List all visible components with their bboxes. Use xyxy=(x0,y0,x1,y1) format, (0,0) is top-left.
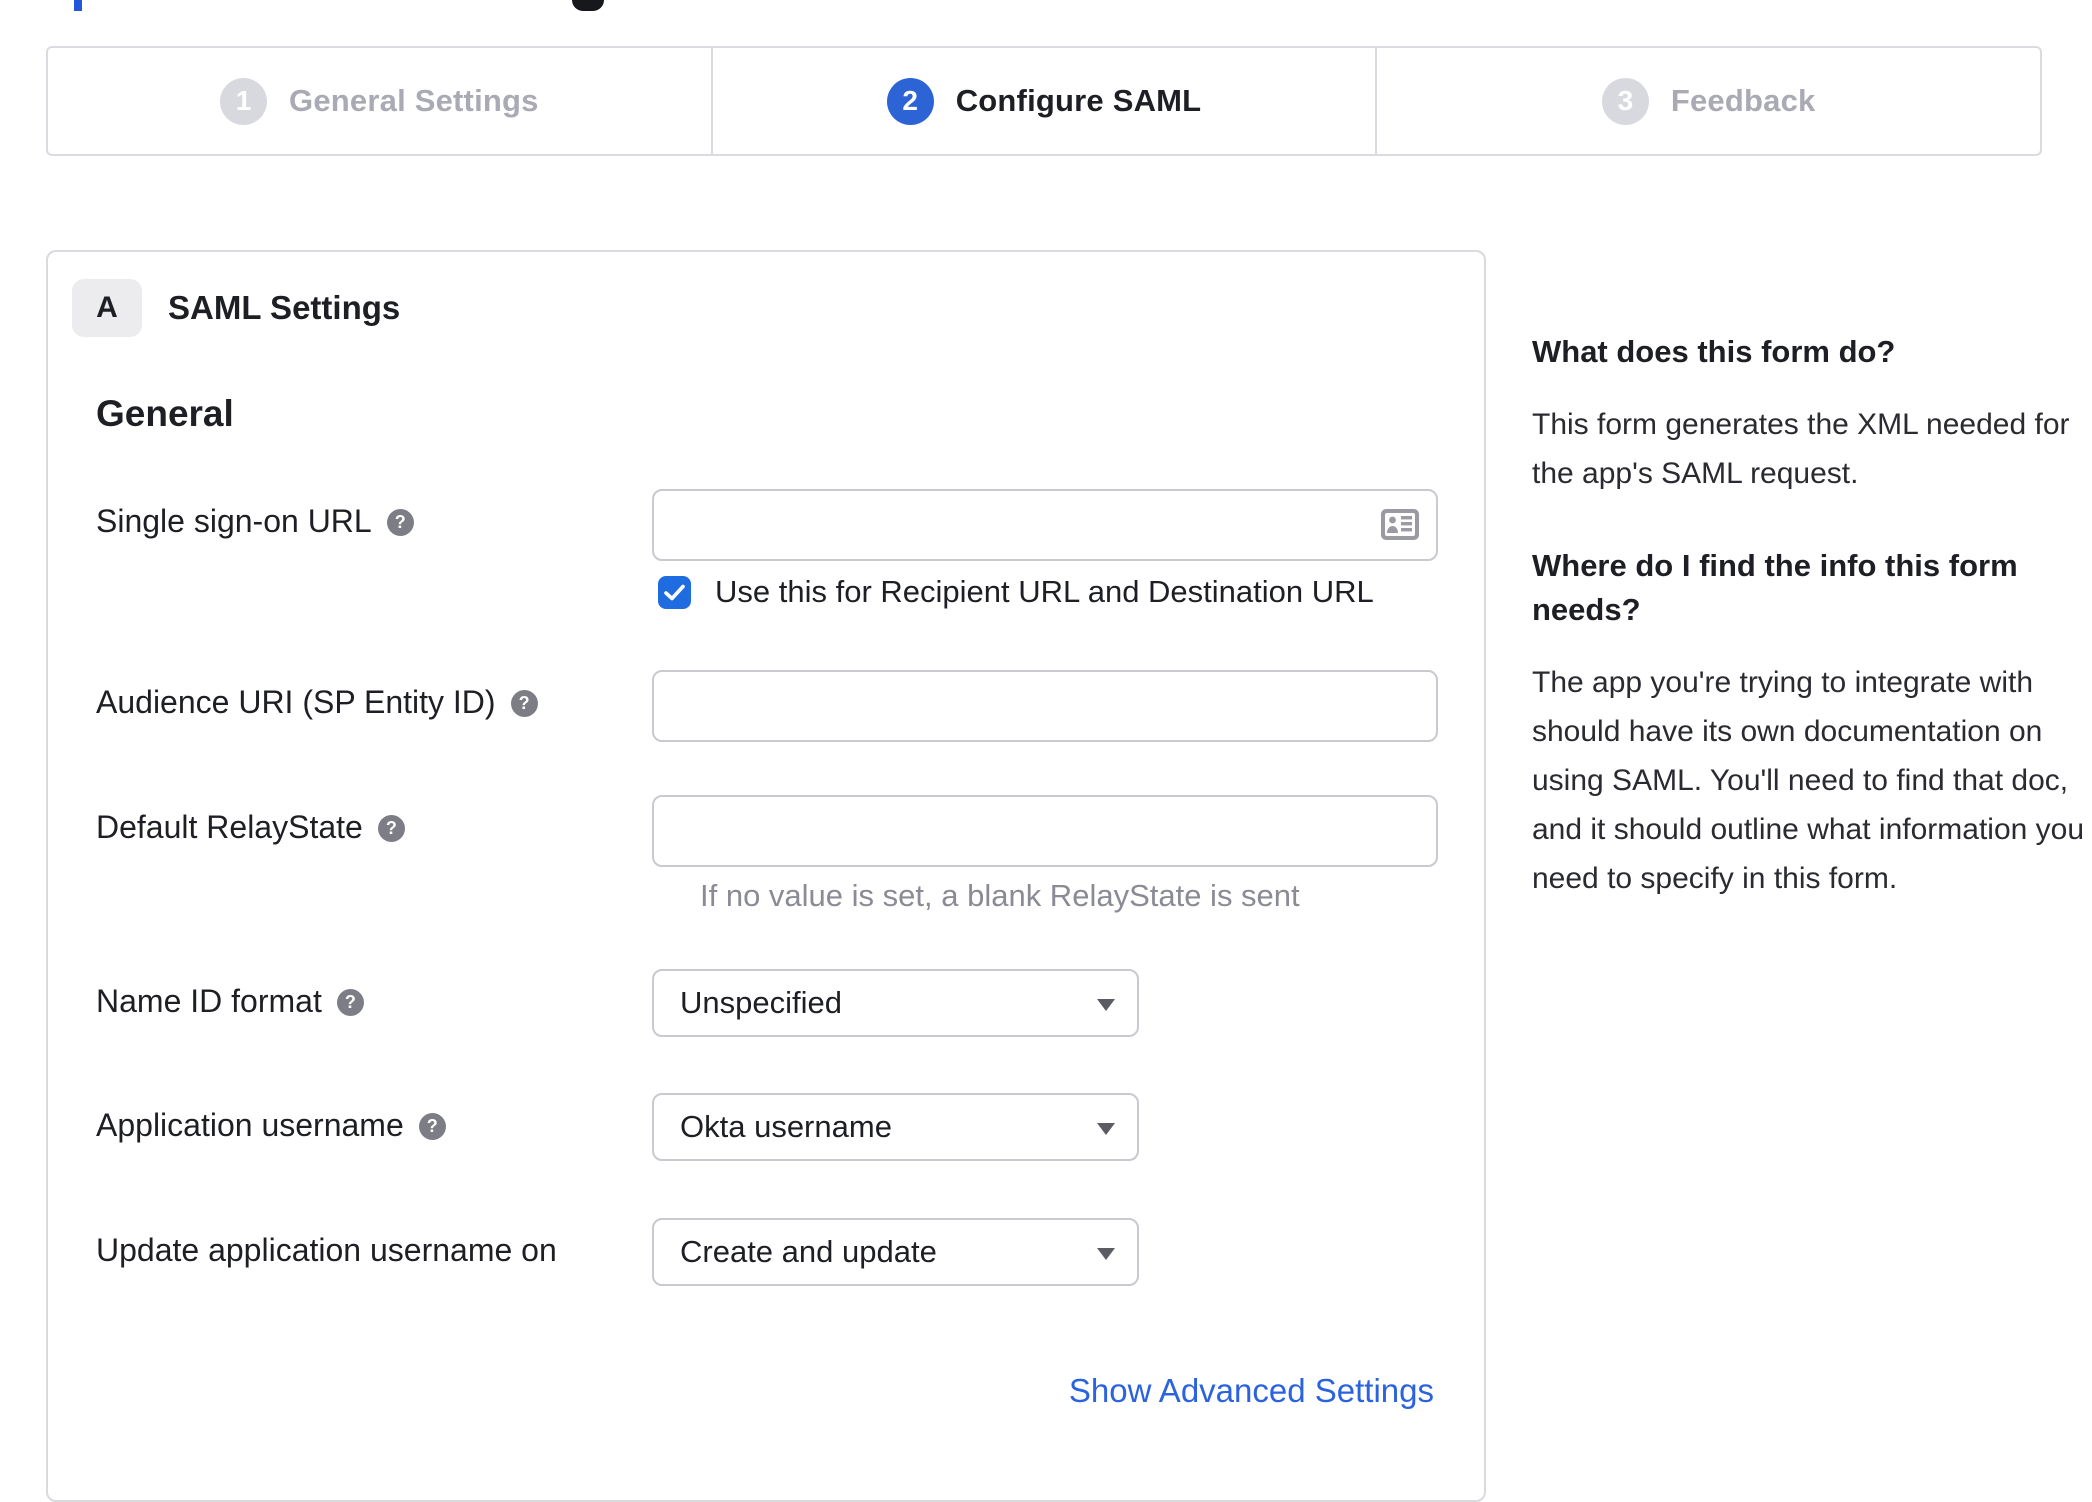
label-text: Audience URI (SP Entity ID) xyxy=(96,684,496,720)
wizard-step-configure-saml[interactable]: 2 Configure SAML xyxy=(710,48,1376,154)
name-id-format-select[interactable]: Unspecified xyxy=(652,969,1139,1037)
update-application-username-label: Update application username on xyxy=(96,1218,652,1269)
wizard-step-general-settings[interactable]: 1 General Settings xyxy=(48,48,711,154)
panel-title: SAML Settings xyxy=(168,289,401,326)
relaystate-hint: If no value is set, a blank RelayState i… xyxy=(700,878,1300,913)
chevron-down-icon xyxy=(1097,999,1115,1011)
wizard-step-feedback[interactable]: 3 Feedback xyxy=(1375,48,2040,154)
default-relaystate-label: Default RelayState ? xyxy=(96,795,652,846)
saml-settings-panel: A SAML Settings General Single sign-on U… xyxy=(46,250,1486,1502)
show-advanced-settings-link[interactable]: Show Advanced Settings xyxy=(1069,1372,1434,1409)
help-icon[interactable]: ? xyxy=(418,1113,446,1140)
panel-header: A SAML Settings xyxy=(72,279,1484,337)
step-number-badge: 1 xyxy=(220,77,268,125)
advanced-settings-row: Show Advanced Settings xyxy=(96,1372,1434,1410)
checkmark-icon xyxy=(664,584,685,600)
label-text: Application username xyxy=(96,1107,404,1143)
step-label: Configure SAML xyxy=(955,83,1202,118)
cutoff-blue-title-fragment xyxy=(74,0,82,11)
contact-card-icon xyxy=(1381,509,1419,540)
single-sign-on-url-input-wrap xyxy=(652,489,1438,561)
help-icon[interactable]: ? xyxy=(510,690,538,717)
label-text: Name ID format xyxy=(96,983,322,1019)
help-answer-1: This form generates the XML needed for t… xyxy=(1532,408,2070,490)
help-icon[interactable]: ? xyxy=(336,989,364,1016)
step-number-badge: 2 xyxy=(886,77,934,125)
help-sidebar: What does this form do? This form genera… xyxy=(1532,330,2092,949)
step-number-badge: 3 xyxy=(1601,77,1649,125)
audience-uri-input-wrap xyxy=(652,670,1438,742)
label-text: Single sign-on URL xyxy=(96,503,372,539)
default-relaystate-input[interactable] xyxy=(652,795,1438,867)
cutoff-dark-icon-fragment xyxy=(572,0,604,11)
single-sign-on-url-input[interactable] xyxy=(652,489,1438,561)
recipient-destination-checkbox-row: Use this for Recipient URL and Destinati… xyxy=(658,574,1434,610)
single-sign-on-url-row: Single sign-on URL ? xyxy=(48,489,1484,561)
update-application-username-select[interactable]: Create and update xyxy=(652,1218,1139,1286)
recipient-destination-checkbox-label: Use this for Recipient URL and Destinati… xyxy=(715,574,1374,609)
chevron-down-icon xyxy=(1097,1123,1115,1135)
help-question-1: What does this form do? xyxy=(1532,334,1896,369)
name-id-format-row: Name ID format ? Unspecified xyxy=(48,969,1484,1037)
help-answer-2: The app you're trying to integrate with … xyxy=(1532,666,2085,895)
application-username-label: Application username ? xyxy=(96,1093,652,1144)
step-wizard: 1 General Settings 2 Configure SAML 3 Fe… xyxy=(46,46,2042,156)
general-section-heading: General xyxy=(96,393,234,434)
chevron-down-icon xyxy=(1097,1248,1115,1260)
step-label: General Settings xyxy=(289,83,539,118)
single-sign-on-url-label: Single sign-on URL ? xyxy=(96,489,652,540)
name-id-format-label: Name ID format ? xyxy=(96,969,652,1020)
update-application-username-row: Update application username on Create an… xyxy=(48,1218,1484,1286)
default-relaystate-row: Default RelayState ? xyxy=(48,795,1484,867)
section-a-badge: A xyxy=(72,279,142,337)
label-text: Update application username on xyxy=(96,1232,557,1268)
label-text: Default RelayState xyxy=(96,809,363,845)
audience-uri-row: Audience URI (SP Entity ID) ? xyxy=(48,670,1484,742)
default-relaystate-input-wrap xyxy=(652,795,1438,867)
selected-value: Unspecified xyxy=(680,985,842,1020)
application-username-select[interactable]: Okta username xyxy=(652,1093,1139,1161)
selected-value: Okta username xyxy=(680,1109,892,1144)
help-icon[interactable]: ? xyxy=(386,509,414,536)
audience-uri-input[interactable] xyxy=(652,670,1438,742)
application-username-row: Application username ? Okta username xyxy=(48,1093,1484,1161)
selected-value: Create and update xyxy=(680,1234,937,1269)
help-question-2: Where do I find the info this form needs… xyxy=(1532,548,2018,627)
help-icon[interactable]: ? xyxy=(377,815,405,842)
audience-uri-label: Audience URI (SP Entity ID) ? xyxy=(96,670,652,721)
recipient-destination-checkbox[interactable] xyxy=(658,575,691,609)
step-label: Feedback xyxy=(1670,83,1816,118)
